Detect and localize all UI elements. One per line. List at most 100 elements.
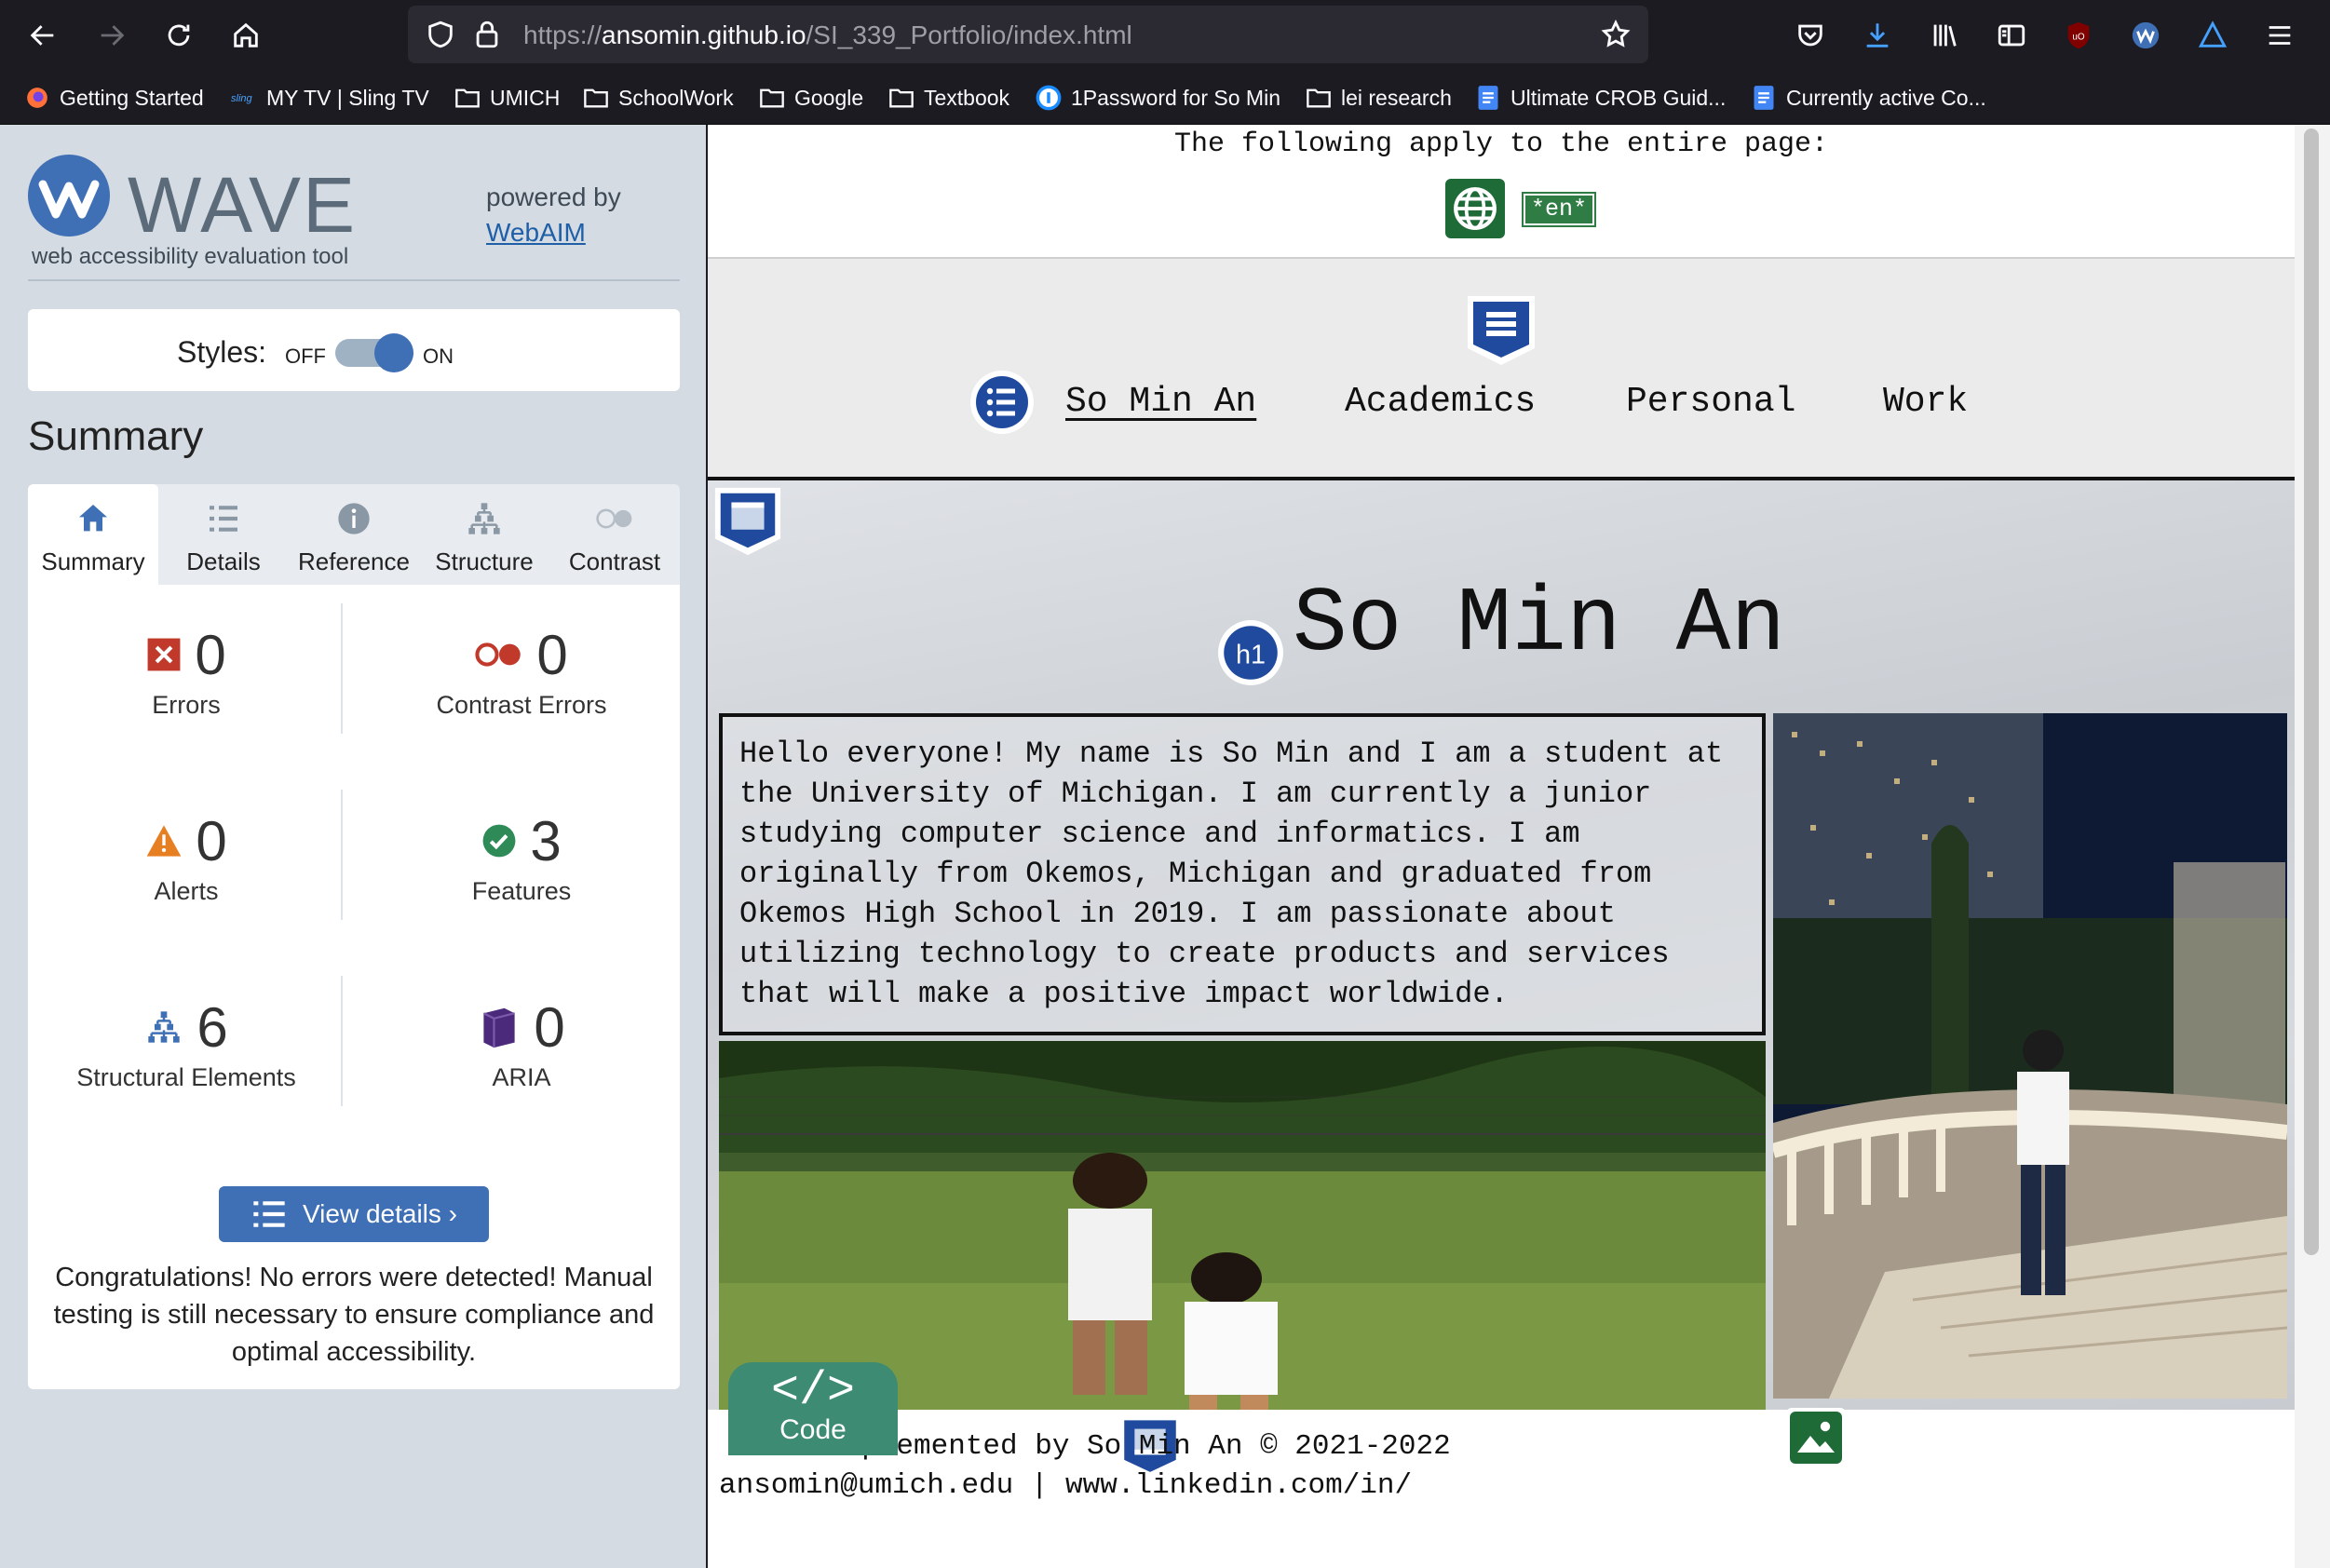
bookmark-label: Ultimate CROB Guid... (1510, 85, 1727, 110)
tab-summary[interactable]: Summary (28, 484, 158, 585)
styles-toggle-knob[interactable] (374, 333, 413, 372)
bookmarks-bar: Getting Started sling MY TV | Sling TV U… (0, 69, 2330, 125)
stat-errors[interactable]: 0 Errors (37, 622, 335, 720)
contrast-icon (595, 499, 634, 538)
header-landmark-icon[interactable] (1464, 292, 1538, 369)
wave-extension-button[interactable] (2123, 13, 2168, 58)
tab-label: Details (186, 547, 261, 575)
bookmark-label: Textbook (924, 85, 1010, 110)
bookmark-umich[interactable]: UMICH (454, 84, 560, 112)
browser-toolbar: https://ansomin.github.io/SI_339_Portfol… (0, 0, 2330, 69)
svg-text:uO: uO (2072, 32, 2085, 42)
bookmark-star-icon[interactable] (1600, 19, 1632, 50)
tab-details[interactable]: Details (158, 484, 289, 585)
view-details-label: View details › (302, 1199, 457, 1228)
url-bar[interactable]: https://ansomin.github.io/SI_339_Portfol… (408, 6, 1648, 63)
info-icon (334, 499, 373, 538)
pocket-button[interactable] (1788, 13, 1833, 58)
reload-icon (168, 24, 190, 47)
features-label: Features (471, 877, 572, 905)
scrollbar-thumb[interactable] (2304, 128, 2319, 1255)
bookmark-label: 1Password for So Min (1071, 85, 1280, 110)
stat-structural-elements[interactable]: 6 Structural Elements (37, 994, 335, 1092)
folder-icon (888, 85, 914, 111)
wave-extension-icon (2132, 21, 2160, 49)
list-icon (204, 499, 243, 538)
navigation-landmark-icon[interactable] (969, 369, 1036, 436)
soccer-photo (719, 1041, 1766, 1410)
bookmark-label: Google (794, 85, 864, 110)
hamburger-menu-icon (2269, 26, 2291, 45)
tab-contrast[interactable]: Contrast (549, 484, 680, 585)
bookmark-label: UMICH (490, 85, 561, 110)
bookmark-schoolwork[interactable]: SchoolWork (583, 84, 734, 112)
tab-structure[interactable]: Structure (419, 484, 549, 585)
error-icon (147, 638, 181, 671)
alert-icon (146, 825, 182, 857)
list-icon (253, 1201, 285, 1227)
accessibility-extension-button[interactable] (2190, 13, 2235, 58)
stat-features[interactable]: 3 Features (373, 808, 671, 906)
google-doc-icon (1751, 85, 1777, 111)
shield-icon[interactable] (425, 19, 456, 50)
language-badge[interactable]: *en* (1524, 194, 1595, 225)
ublock-extension-button[interactable]: uO (2056, 13, 2101, 58)
bookmark-sling-tv[interactable]: sling MY TV | Sling TV (231, 84, 429, 112)
errors-label: Errors (152, 691, 221, 719)
stat-alerts[interactable]: 0 Alerts (37, 808, 335, 906)
stat-contrast-errors[interactable]: 0 Contrast Errors (373, 622, 671, 720)
nav-link-personal[interactable]: Personal (1626, 382, 1795, 422)
code-icon: </> (770, 1365, 855, 1418)
view-details-button[interactable]: View details › (219, 1186, 489, 1242)
bookmark-google[interactable]: Google (759, 84, 863, 112)
downloads-button[interactable] (1855, 13, 1900, 58)
sidebar-toggle-button[interactable] (1989, 13, 2034, 58)
aria-label: ARIA (492, 1063, 551, 1091)
nav-link-academics[interactable]: Academics (1345, 382, 1536, 422)
library-icon (1933, 24, 1957, 47)
summary-panel: 0 Errors 0 Contrast Errors 0 Alerts 3 Fe… (28, 585, 680, 1389)
main-content: h1 So Min An Hello everyone! My name is … (708, 480, 2295, 1410)
image-feature-icon[interactable] (1784, 1406, 1848, 1469)
intro-section: Hello everyone! My name is So Min and I … (719, 713, 1766, 1035)
styles-toggle-panel: Styles: OFF ON (28, 309, 680, 391)
page-scrollbar[interactable] (2295, 125, 2330, 1568)
nav-link-work[interactable]: Work (1883, 382, 1968, 422)
h1-heading-icon[interactable]: h1 (1216, 618, 1285, 687)
bookmark-1password[interactable]: 1Password for So Min (1036, 84, 1280, 112)
stat-aria[interactable]: 0 ARIA (373, 994, 671, 1092)
forward-arrow-icon (101, 25, 125, 46)
lock-icon[interactable] (471, 19, 503, 50)
forward-button[interactable] (89, 13, 134, 58)
page-level-notice: The following apply to the entire page: (1173, 128, 1829, 160)
pocket-icon (1798, 24, 1822, 47)
alerts-label: Alerts (154, 877, 219, 905)
back-arrow-icon (30, 25, 54, 46)
home-button[interactable] (224, 13, 268, 58)
structure-icon (148, 1011, 180, 1043)
library-button[interactable] (1922, 13, 1967, 58)
page-title: So Min An (1293, 574, 1786, 677)
bookmark-crob-guide[interactable]: Ultimate CROB Guid... (1475, 84, 1726, 112)
bookmark-currently-active[interactable]: Currently active Co... (1751, 84, 1986, 112)
wave-code-button[interactable]: </> Code (728, 1362, 898, 1455)
webaim-link[interactable]: WebAIM (486, 218, 586, 248)
page-viewport: The following apply to the entire page: … (708, 125, 2330, 1568)
bookmark-getting-started[interactable]: Getting Started (24, 84, 204, 112)
back-button[interactable] (20, 13, 65, 58)
nav-link-home[interactable]: So Min An (1065, 382, 1256, 422)
menu-button[interactable] (2257, 13, 2302, 58)
reload-button[interactable] (156, 13, 201, 58)
tab-reference[interactable]: Reference (289, 484, 419, 585)
styles-off-label: OFF (285, 345, 326, 368)
bookmark-lei-research[interactable]: lei research (1306, 84, 1452, 112)
bookmark-textbook[interactable]: Textbook (888, 84, 1009, 112)
main-landmark-icon[interactable] (711, 484, 784, 559)
wave-logo-text: WAVE (128, 161, 358, 249)
footer-copyright: Implemented by So Min An © 2021-2022 (827, 1430, 1451, 1463)
language-globe-icon[interactable] (1445, 179, 1505, 238)
feature-check-icon (482, 824, 516, 858)
home-icon (74, 499, 113, 538)
home-icon (234, 22, 258, 47)
url-text[interactable]: https://ansomin.github.io/SI_339_Portfol… (523, 20, 1132, 50)
